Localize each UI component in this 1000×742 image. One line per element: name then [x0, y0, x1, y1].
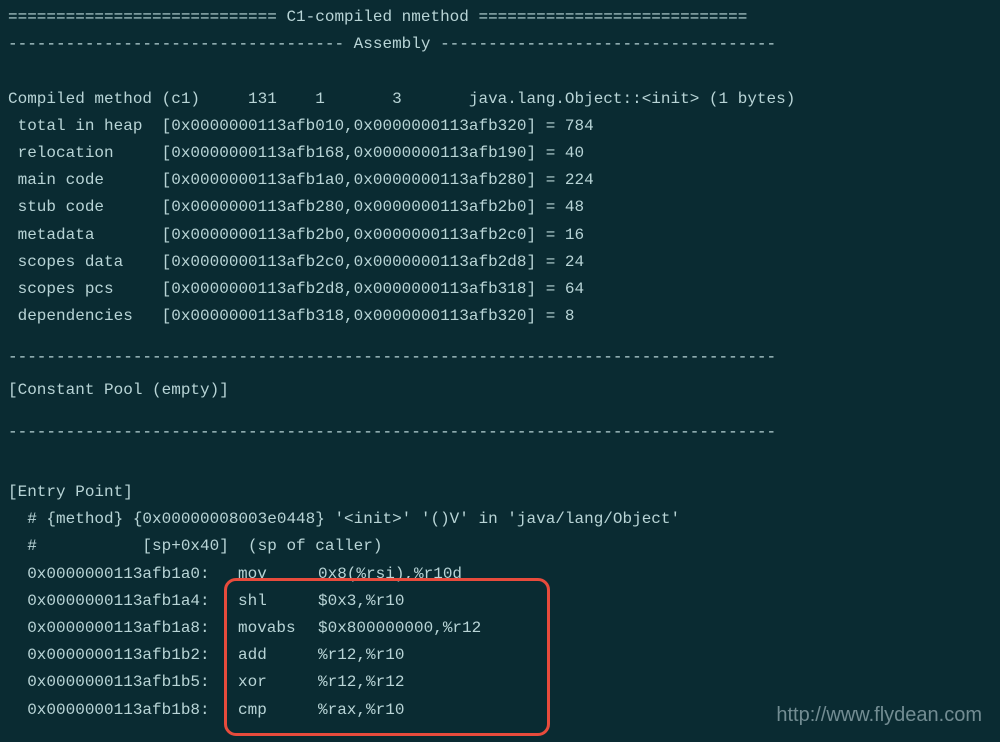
- asm-mnemonic: cmp: [238, 697, 318, 724]
- mem-relocation: relocation [0x0000000113afb168,0x0000000…: [8, 140, 992, 167]
- asm-line: 0x0000000113afb1a4:shl$0x3,%r10: [8, 588, 992, 615]
- asm-operands: %rax,%r10: [318, 701, 404, 719]
- divider-2: ----------------------------------------…: [8, 419, 992, 446]
- asm-operands: $0x3,%r10: [318, 592, 404, 610]
- entry-meta-method: # {method} {0x00000008003e0448} '<init>'…: [8, 506, 992, 533]
- mem-dependencies: dependencies [0x0000000113afb318,0x00000…: [8, 303, 992, 330]
- header-nmethod: ============================ C1-compiled…: [8, 4, 992, 31]
- asm-line: 0x0000000113afb1a0:mov0x8(%rsi),%r10d: [8, 561, 992, 588]
- asm-addr: 0x0000000113afb1b5:: [8, 669, 238, 696]
- asm-addr: 0x0000000113afb1b8:: [8, 697, 238, 724]
- asm-addr: 0x0000000113afb1a0:: [8, 561, 238, 588]
- header-assembly: ----------------------------------- Asse…: [8, 31, 992, 58]
- asm-mnemonic: mov: [238, 561, 318, 588]
- asm-mnemonic: shl: [238, 588, 318, 615]
- asm-line: 0x0000000113afb1a8:movabs$0x800000000,%r…: [8, 615, 992, 642]
- mem-total-in-heap: total in heap [0x0000000113afb010,0x0000…: [8, 113, 992, 140]
- asm-operands: 0x8(%rsi),%r10d: [318, 565, 462, 583]
- watermark-text: http://www.flydean.com: [776, 698, 982, 732]
- asm-addr: 0x0000000113afb1a4:: [8, 588, 238, 615]
- mem-stub-code: stub code [0x0000000113afb280,0x00000001…: [8, 194, 992, 221]
- asm-operands: %r12,%r12: [318, 673, 404, 691]
- divider-1: ----------------------------------------…: [8, 344, 992, 371]
- asm-operands: $0x800000000,%r12: [318, 619, 481, 637]
- constant-pool-title: [Constant Pool (empty)]: [8, 377, 992, 404]
- asm-addr: 0x0000000113afb1a8:: [8, 615, 238, 642]
- blank: [8, 58, 992, 85]
- mem-main-code: main code [0x0000000113afb1a0,0x00000001…: [8, 167, 992, 194]
- blank: [8, 446, 992, 473]
- asm-line: 0x0000000113afb1b5:xor%r12,%r12: [8, 669, 992, 696]
- compiled-method-line: Compiled method (c1) 131 1 3 java.lang.O…: [8, 86, 992, 113]
- mem-scopes-data: scopes data [0x0000000113afb2c0,0x000000…: [8, 249, 992, 276]
- asm-addr: 0x0000000113afb1b2:: [8, 642, 238, 669]
- asm-operands: %r12,%r10: [318, 646, 404, 664]
- mem-metadata: metadata [0x0000000113afb2b0,0x000000011…: [8, 222, 992, 249]
- asm-mnemonic: add: [238, 642, 318, 669]
- asm-mnemonic: movabs: [238, 615, 318, 642]
- entry-point-title: [Entry Point]: [8, 479, 992, 506]
- mem-scopes-pcs: scopes pcs [0x0000000113afb2d8,0x0000000…: [8, 276, 992, 303]
- asm-line: 0x0000000113afb1b2:add%r12,%r10: [8, 642, 992, 669]
- asm-mnemonic: xor: [238, 669, 318, 696]
- entry-meta-sp: # [sp+0x40] (sp of caller): [8, 533, 992, 560]
